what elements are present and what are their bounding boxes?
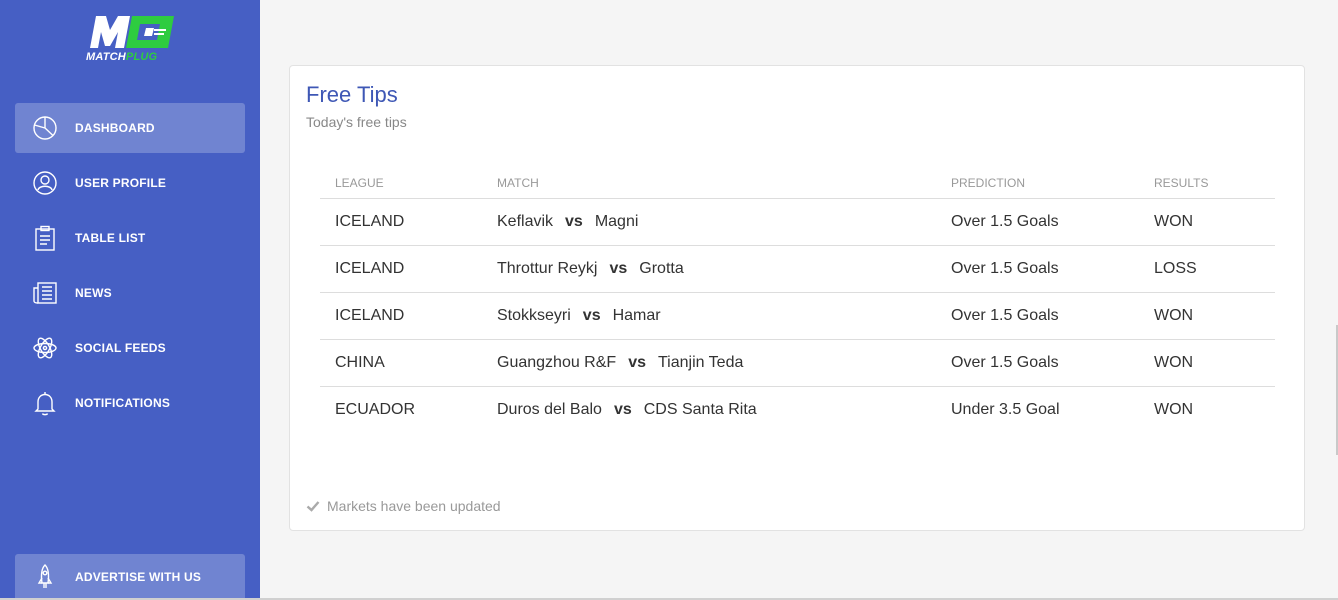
pie-chart-icon: [30, 113, 60, 143]
column-header-match: MATCH: [482, 168, 936, 199]
tips-table: LEAGUE MATCH PREDICTION RESULTS ICELAND …: [320, 168, 1275, 433]
home-team: Stokkseyri: [497, 306, 571, 324]
match-cell: Stokkseyri vs Hamar: [482, 292, 936, 340]
league-cell: ICELAND: [320, 292, 482, 340]
match-cell: Throttur Reykj vs Grotta: [482, 245, 936, 293]
column-header-prediction: PREDICTION: [936, 168, 1139, 199]
away-team: CDS Santa Rita: [643, 400, 757, 418]
table-row: CHINA Guangzhou R&F vs Tianjin Teda Over 1…: [320, 339, 1275, 387]
match-cell: Duros del Balo vs CDS Santa Rita: [482, 386, 936, 433]
footer-status-text: Markets have been updated: [327, 498, 501, 514]
table-row: ECUADOR Duros del Balo vs CDS Santa Rita U…: [320, 386, 1275, 433]
sidebar-item-news[interactable]: NEWS: [15, 268, 245, 318]
rocket-icon: [30, 562, 60, 592]
sidebar-item-notifications[interactable]: NOTIFICATIONS: [15, 378, 245, 428]
sidebar-item-table-list[interactable]: TABLE LIST: [15, 213, 245, 263]
vs-label: vs: [565, 212, 583, 230]
prediction-cell: Under 3.5 Goal: [951, 400, 1060, 418]
result-cell: WON: [1139, 292, 1275, 340]
sidebar: MATCHPLUG DASHBOARD USER PROFILE TABLE L…: [0, 0, 260, 600]
away-team: Tianjin Teda: [657, 353, 744, 371]
result-cell: WON: [1154, 400, 1194, 418]
home-team: Duros del Balo: [497, 400, 602, 418]
prediction-cell: Over 1.5 Goals: [936, 292, 1139, 340]
league-cell: ICELAND: [320, 198, 482, 246]
prediction-cell: Over 1.5 Goals: [936, 339, 1139, 387]
table-row: ICELAND Keflavik vs Magni Over 1.5 Goals W…: [320, 198, 1275, 246]
sidebar-item-user-profile[interactable]: USER PROFILE: [15, 158, 245, 208]
card-footer: Markets have been updated: [306, 498, 501, 514]
advertise-button[interactable]: ADVERTISE WITH US: [15, 554, 245, 600]
user-icon: [30, 168, 60, 198]
away-team: Grotta: [639, 259, 684, 277]
sidebar-nav: DASHBOARD USER PROFILE TABLE LIST NEWS S…: [15, 103, 245, 433]
match-cell: Keflavik vs Magni: [482, 198, 936, 246]
result-cell: WON: [1139, 198, 1275, 246]
sidebar-item-social-feeds[interactable]: SOCIAL FEEDS: [15, 323, 245, 373]
card-title: Free Tips: [306, 82, 398, 107]
sidebar-item-dashboard[interactable]: DASHBOARD: [15, 103, 245, 153]
newspaper-icon: [30, 278, 60, 308]
atom-icon: [30, 333, 60, 363]
clipboard-icon: [30, 223, 60, 253]
league-cell: CHINA: [320, 339, 482, 387]
column-header-league: LEAGUE: [320, 168, 482, 199]
sidebar-item-label: SOCIAL FEEDS: [75, 341, 166, 355]
sidebar-item-label: NEWS: [75, 286, 112, 300]
away-team: Hamar: [612, 306, 661, 324]
match-cell: Guangzhou R&F vs Tianjin Teda: [482, 339, 936, 387]
table-header-row: LEAGUE MATCH PREDICTION RESULTS: [320, 168, 1275, 199]
sidebar-item-label: TABLE LIST: [75, 231, 146, 245]
result-cell: LOSS: [1139, 245, 1275, 293]
bell-icon: [30, 388, 60, 418]
vs-label: vs: [582, 306, 601, 324]
column-header-results: RESULTS: [1139, 168, 1275, 199]
prediction-cell: Over 1.5 Goals: [936, 245, 1139, 293]
free-tips-card: Free Tips Today's free tips LEAGUE MATCH…: [289, 65, 1305, 531]
home-team: Throttur Reykj: [497, 259, 598, 277]
prediction-cell: Over 1.5 Goals: [936, 198, 1139, 246]
home-team: Guangzhou R&F: [497, 353, 617, 371]
result-cell: WON: [1139, 339, 1275, 387]
home-team: Keflavik: [497, 212, 554, 230]
table-row: ICELAND Throttur Reykj vs Grotta Over 1.5 …: [320, 245, 1275, 293]
sidebar-item-label: NOTIFICATIONS: [75, 396, 171, 410]
check-icon: [306, 501, 320, 512]
vs-label: vs: [613, 400, 632, 418]
away-team: Magni: [594, 212, 639, 230]
league-cell: ECUADOR: [335, 400, 416, 418]
sidebar-item-label: DASHBOARD: [75, 121, 155, 135]
advertise-label: ADVERTISE WITH US: [75, 570, 202, 584]
league-cell: ICELAND: [320, 245, 482, 293]
sidebar-item-label: USER PROFILE: [75, 176, 167, 190]
table-row: ICELAND Stokkseyri vs Hamar Over 1.5 Goals…: [320, 292, 1275, 340]
vs-label: vs: [628, 353, 646, 371]
logo-wordmark: MATCHPLUG: [86, 51, 158, 63]
card-subtitle: Today's free tips: [306, 114, 407, 130]
vs-label: vs: [609, 259, 628, 277]
